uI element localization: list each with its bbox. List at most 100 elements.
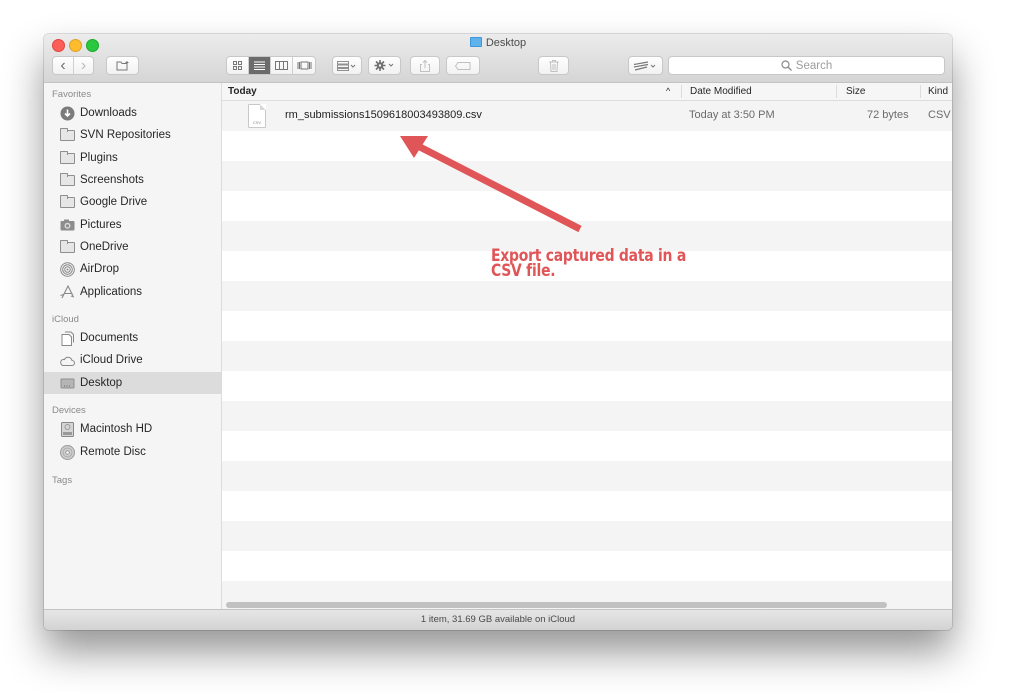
- sidebar-item-screenshots[interactable]: Screenshots: [44, 169, 222, 191]
- csv-file-icon: CSV: [248, 104, 266, 128]
- empty-row: [222, 161, 952, 191]
- empty-row: [222, 491, 952, 521]
- annotation-text: Export captured data in a CSV file.: [491, 248, 704, 281]
- documents-icon: [59, 331, 75, 346]
- arrange-button[interactable]: [332, 56, 362, 75]
- sidebar-item-label: AirDrop: [80, 263, 119, 275]
- status-bar: 1 item, 31.69 GB available on iCloud: [44, 609, 952, 630]
- sidebar-item-google-drive[interactable]: Google Drive: [44, 191, 222, 213]
- search-input[interactable]: Search: [668, 56, 945, 75]
- sidebar-item-documents[interactable]: Documents: [44, 327, 222, 349]
- empty-row: [222, 131, 952, 161]
- column-divider[interactable]: [681, 85, 682, 98]
- folder-icon: [59, 150, 75, 164]
- sidebar-item-downloads[interactable]: Downloads: [44, 102, 222, 124]
- back-button[interactable]: ‹: [53, 57, 74, 74]
- sidebar: Favorites Downloads SVN Repositories Plu…: [44, 83, 222, 609]
- annotation-line-2: CSV file.: [491, 261, 556, 281]
- gear-icon: [374, 60, 393, 71]
- folder-icon: [469, 37, 482, 47]
- list-view-button[interactable]: [249, 57, 271, 74]
- sidebar-item-label: SVN Repositories: [80, 129, 171, 141]
- sidebar-item-airdrop[interactable]: AirDrop: [44, 258, 222, 280]
- desktop-icon: [59, 376, 75, 390]
- column-header-kind[interactable]: Kind: [928, 86, 948, 97]
- new-folder-button[interactable]: [106, 56, 139, 75]
- sidebar-item-label: Applications: [80, 286, 143, 298]
- file-date-modified: Today at 3:50 PM: [689, 109, 775, 121]
- back-forward-control: ‹ ›: [52, 56, 94, 75]
- file-row[interactable]: CSV rm_submissions1509618003493809.csv T…: [222, 101, 952, 131]
- sort-ascending-icon: ^: [666, 86, 671, 96]
- column-header-name[interactable]: Today: [228, 86, 257, 97]
- sidebar-item-macintosh-hd[interactable]: Macintosh HD: [44, 418, 222, 440]
- empty-row: [222, 461, 952, 491]
- sidebar-header-devices: Devices: [52, 405, 86, 416]
- sidebar-item-svn-repositories[interactable]: SVN Repositories: [44, 124, 222, 146]
- svn-action-button[interactable]: [628, 56, 663, 75]
- empty-row: [222, 401, 952, 431]
- folder-icon: [59, 172, 75, 186]
- forward-button[interactable]: ›: [74, 57, 93, 74]
- svn-icon: [633, 60, 655, 71]
- sidebar-item-label: Downloads: [80, 107, 137, 119]
- sidebar-item-onedrive[interactable]: OneDrive: [44, 236, 222, 258]
- file-name: rm_submissions1509618003493809.csv: [285, 109, 482, 121]
- airdrop-icon: [59, 261, 75, 277]
- window-title: Desktop: [44, 37, 952, 49]
- sidebar-item-icloud-drive[interactable]: iCloud Drive: [44, 349, 222, 371]
- empty-row: [222, 191, 952, 221]
- horizontal-scrollbar[interactable]: [226, 602, 887, 608]
- tag-icon: [455, 61, 471, 70]
- sidebar-item-label: Google Drive: [80, 196, 148, 208]
- sidebar-header-icloud: iCloud: [52, 314, 79, 325]
- empty-row: [222, 341, 952, 371]
- sidebar-item-remote-disc[interactable]: Remote Disc: [44, 441, 222, 463]
- tag-button[interactable]: [446, 56, 480, 75]
- column-view-button[interactable]: [271, 57, 293, 74]
- sidebar-item-desktop[interactable]: Desktop: [44, 372, 222, 394]
- empty-row: [222, 311, 952, 341]
- folder-icon: [59, 239, 75, 253]
- sidebar-item-label: OneDrive: [80, 241, 129, 253]
- search-placeholder: Search: [795, 59, 833, 72]
- icon-view-icon: [233, 61, 242, 70]
- empty-row: [222, 551, 952, 581]
- action-button[interactable]: [368, 56, 401, 75]
- arrange-icon: [337, 60, 356, 71]
- sidebar-item-label: Plugins: [80, 152, 118, 164]
- column-header-row: Today ^ Date Modified Size Kind: [222, 83, 952, 101]
- camera-icon: [59, 218, 75, 232]
- titlebar: Desktop ‹ › Search: [44, 34, 952, 83]
- sidebar-item-applications[interactable]: Applications: [44, 281, 222, 303]
- icon-view-button[interactable]: [227, 57, 249, 74]
- folder-icon: [59, 194, 75, 208]
- applications-icon: [59, 285, 75, 299]
- finder-window: Desktop ‹ › Search Favorites Downloads S…: [44, 34, 952, 630]
- sidebar-item-plugins[interactable]: Plugins: [44, 147, 222, 169]
- share-icon: [420, 59, 430, 72]
- empty-row: [222, 521, 952, 551]
- cover-flow-icon: [297, 61, 311, 70]
- column-view-icon: [275, 61, 288, 70]
- search-icon: [781, 60, 792, 71]
- sidebar-header-tags: Tags: [52, 475, 73, 486]
- empty-row: [222, 281, 952, 311]
- view-mode-control: [226, 56, 316, 75]
- column-divider[interactable]: [920, 85, 921, 98]
- column-divider[interactable]: [836, 85, 837, 98]
- cloud-icon: [59, 353, 75, 367]
- column-header-date-modified[interactable]: Date Modified: [690, 86, 752, 97]
- list-view-icon: [254, 61, 265, 70]
- downloads-icon: [59, 106, 75, 120]
- sidebar-item-label: Screenshots: [80, 174, 144, 186]
- sidebar-item-pictures[interactable]: Pictures: [44, 214, 222, 236]
- file-size: 72 bytes: [867, 109, 909, 121]
- sidebar-header-favorites: Favorites: [52, 89, 92, 100]
- cover-flow-view-button[interactable]: [293, 57, 315, 74]
- column-header-size[interactable]: Size: [846, 86, 865, 97]
- share-button[interactable]: [410, 56, 440, 75]
- sidebar-item-label: Remote Disc: [80, 446, 146, 458]
- delete-button[interactable]: [538, 56, 569, 75]
- new-folder-icon: [116, 61, 128, 71]
